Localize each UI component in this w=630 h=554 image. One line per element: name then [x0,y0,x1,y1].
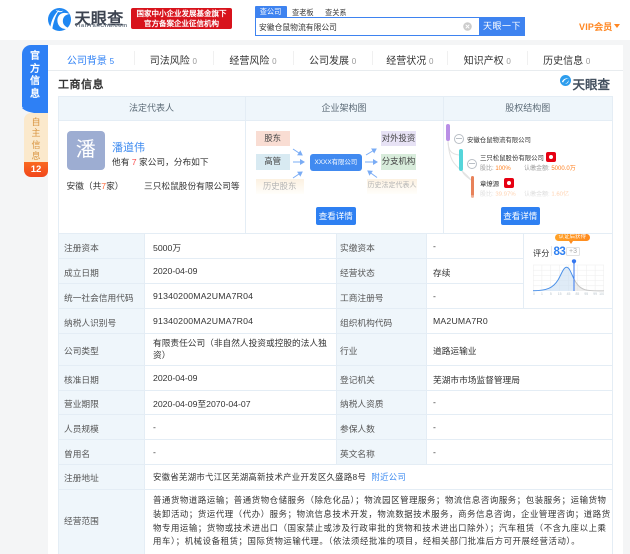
svg-text:5: 5 [550,292,552,295]
svg-text:0: 0 [533,292,535,295]
svg-text:45: 45 [567,292,571,295]
svg-text:15: 15 [558,292,562,295]
svg-text:85: 85 [576,292,580,295]
svg-text:1: 1 [541,292,543,295]
svg-text:100: 100 [599,292,604,295]
svg-text:99: 99 [593,292,597,295]
svg-text:95: 95 [584,292,588,295]
